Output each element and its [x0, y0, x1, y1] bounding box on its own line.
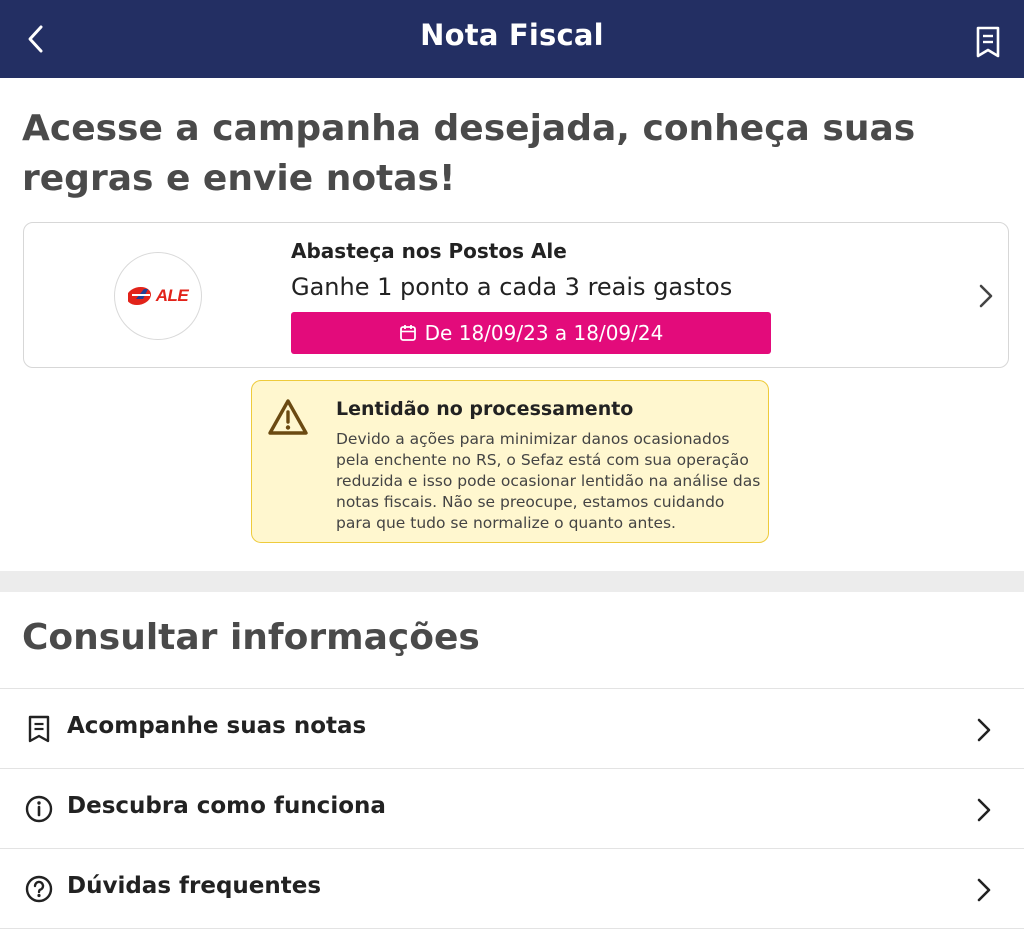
logo-text: ALE	[155, 286, 189, 305]
page-title: Nota Fiscal	[420, 18, 604, 52]
campaign-card[interactable]: ALE Abasteça nos Postos Ale Ganhe 1 pont…	[23, 222, 1009, 368]
list-item-acompanhe-notas[interactable]: Acompanhe suas notas	[0, 688, 1024, 768]
campaign-chevron	[974, 281, 998, 311]
warning-icon-wrap	[266, 397, 310, 437]
calendar-icon	[399, 325, 416, 341]
campaign-logo: ALE	[114, 252, 202, 340]
alert-body: Devido a ações para minimizar danos ocas…	[336, 430, 761, 532]
campaign-name: Abasteça nos Postos Ale	[291, 239, 567, 263]
chevron-right-icon	[977, 718, 991, 742]
row-chevron	[972, 715, 996, 745]
campaign-period-badge: De 18/09/23 a 18/09/24	[291, 312, 771, 354]
row-chevron	[972, 875, 996, 905]
info-icon	[25, 795, 53, 823]
campaign-period-text: De 18/09/23 a 18/09/24	[424, 321, 664, 345]
chevron-right-icon	[977, 878, 991, 902]
processing-delay-alert: Lentidão no processamento Devido a ações…	[251, 380, 769, 543]
row-icon	[24, 793, 54, 825]
section-divider	[0, 571, 1024, 592]
top-app-bar: Nota Fiscal	[0, 0, 1024, 78]
chevron-right-icon	[979, 284, 993, 308]
list-item-label: Acompanhe suas notas	[67, 713, 367, 739]
chevron-right-icon	[977, 798, 991, 822]
list-item-label: Descubra como funciona	[67, 793, 386, 819]
warning-icon	[268, 399, 308, 435]
list-item-duvidas-frequentes[interactable]: Dúvidas frequentes	[0, 848, 1024, 929]
alert-title: Lentidão no processamento	[336, 398, 634, 420]
row-icon	[24, 713, 54, 745]
receipt-icon	[28, 715, 50, 743]
receipt-icon	[976, 26, 1000, 58]
campaign-description: Ganhe 1 ponto a cada 3 reais gastos	[291, 273, 733, 301]
list-item-label: Dúvidas frequentes	[67, 873, 322, 899]
help-icon	[25, 875, 53, 903]
headline: Acesse a campanha desejada, conheça suas…	[22, 108, 916, 199]
row-chevron	[972, 795, 996, 825]
receipt-button[interactable]	[972, 24, 1004, 60]
list-item-descubra-funciona[interactable]: Descubra como funciona	[0, 768, 1024, 848]
info-section-title: Consultar informações	[22, 617, 480, 658]
row-icon	[24, 873, 54, 905]
